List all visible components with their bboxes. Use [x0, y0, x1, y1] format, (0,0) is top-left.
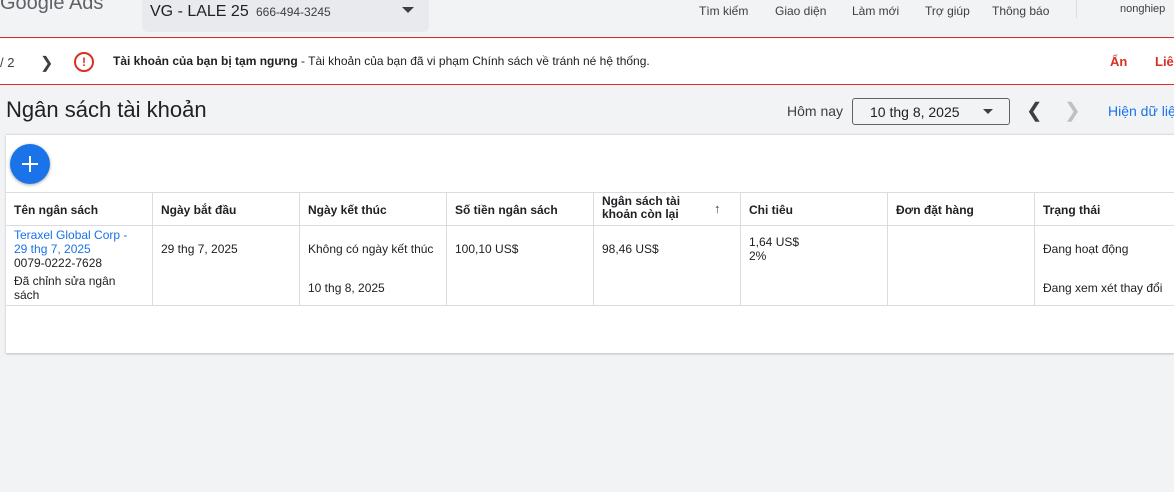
budget-table-card: Tên ngân sách Ngày bắt đầu Ngày kết thúc… — [6, 134, 1174, 353]
nav-appearance[interactable]: Giao diện — [775, 4, 826, 18]
chevron-right-icon[interactable]: ❯ — [40, 53, 53, 73]
caret-down-icon — [402, 7, 414, 13]
budget-edited-note-2: sách — [14, 288, 40, 302]
alert-message: Tài khoản của bạn bị tạm ngưng - Tài kho… — [113, 54, 650, 68]
budget-name-link[interactable]: Teraxel Global Corp - — [14, 228, 127, 242]
account-selector[interactable]: VG - LALE 25 666-494-3245 — [142, 0, 429, 32]
column-header-remaining-budget[interactable]: Ngân sách tài khoản còn lại ↑ — [594, 193, 741, 226]
nav-search[interactable]: Tìm kiếm — [699, 4, 748, 18]
account-id: 666-494-3245 — [256, 5, 331, 19]
status-text: Đang hoạt động — [1043, 242, 1129, 256]
table-row: Teraxel Global Corp - 29 thg 7, 2025 007… — [6, 226, 1174, 306]
table-header: Tên ngân sách Ngày bắt đầu Ngày kết thúc… — [6, 192, 1174, 226]
column-header-end-date[interactable]: Ngày kết thúc — [300, 193, 447, 226]
spend-percent: 2% — [749, 249, 767, 263]
cell-remaining-budget: 98,46 US$ — [594, 226, 741, 305]
budget-name-link-date[interactable]: 29 thg 7, 2025 — [14, 242, 91, 256]
nav-divider — [1076, 0, 1077, 18]
nav-help[interactable]: Trợ giúp — [925, 4, 970, 18]
alert-title: Tài khoản của bạn bị tạm ngưng — [113, 54, 298, 68]
pending-end-date: 10 thg 8, 2025 — [308, 281, 385, 295]
add-budget-button[interactable] — [10, 144, 50, 184]
alert-detail: - Tài khoản của bạn đã vi phạm Chính sác… — [297, 54, 650, 68]
budget-edited-note: Đã chỉnh sửa ngân — [14, 274, 116, 288]
date-picker[interactable]: 10 thg 8, 2025 — [852, 98, 1010, 125]
date-range-label: Hôm nay — [787, 103, 844, 119]
show-data-link[interactable]: Hiện dữ liệ — [1108, 103, 1174, 119]
account-name: VG - LALE 25 — [150, 3, 249, 20]
alert-pager: / 2 — [0, 55, 15, 70]
cell-end-date: Không có ngày kết thúc 10 thg 8, 2025 — [300, 226, 447, 305]
column-header-spend[interactable]: Chi tiêu — [741, 193, 888, 226]
cell-budget-name: Teraxel Global Corp - 29 thg 7, 2025 007… — [6, 226, 153, 305]
alert-contact-link[interactable]: Liê — [1155, 54, 1174, 69]
user-account[interactable]: nonghiep — [1120, 3, 1165, 15]
arrow-up-icon: ↑ — [714, 201, 721, 216]
column-header-budget-name[interactable]: Tên ngân sách — [6, 193, 153, 226]
alert-hide-button[interactable]: Ẩn — [1110, 54, 1127, 69]
caret-down-icon — [983, 109, 993, 114]
nav-notifications[interactable]: Thông báo — [992, 4, 1049, 18]
column-header-budget-amount[interactable]: Số tiền ngân sách — [447, 193, 594, 226]
column-header-start-date[interactable]: Ngày bắt đầu — [153, 193, 300, 226]
column-header-status[interactable]: Trạng thái — [1035, 193, 1174, 226]
nav-refresh[interactable]: Làm mới — [852, 4, 899, 18]
suspension-alert-bar: / 2 ❯ ! Tài khoản của bạn bị tạm ngưng -… — [0, 39, 1174, 85]
budget-id: 0079-0222-7628 — [14, 256, 103, 270]
cell-spend: 1,64 US$ 2% — [741, 226, 888, 305]
chevron-left-icon[interactable]: ❮ — [1026, 98, 1043, 123]
cell-start-date: 29 thg 7, 2025 — [153, 226, 300, 305]
cell-status: Đang hoạt động Đang xem xét thay đổi — [1035, 226, 1174, 305]
error-icon: ! — [74, 52, 94, 72]
page-title: Ngân sách tài khoản — [6, 97, 207, 122]
cell-budget-amount: 100,10 US$ — [447, 226, 594, 305]
google-ads-logo[interactable]: Google Ads — [0, 0, 103, 15]
chevron-right-icon[interactable]: ❯ — [1064, 98, 1081, 123]
top-bar: Google Ads VG - LALE 25 666-494-3245 Tìm… — [0, 0, 1174, 38]
column-header-orders[interactable]: Đơn đặt hàng — [888, 193, 1035, 226]
date-value: 10 thg 8, 2025 — [870, 104, 960, 120]
pending-status-text: Đang xem xét thay đổi — [1043, 281, 1163, 295]
cell-orders — [888, 226, 1035, 305]
